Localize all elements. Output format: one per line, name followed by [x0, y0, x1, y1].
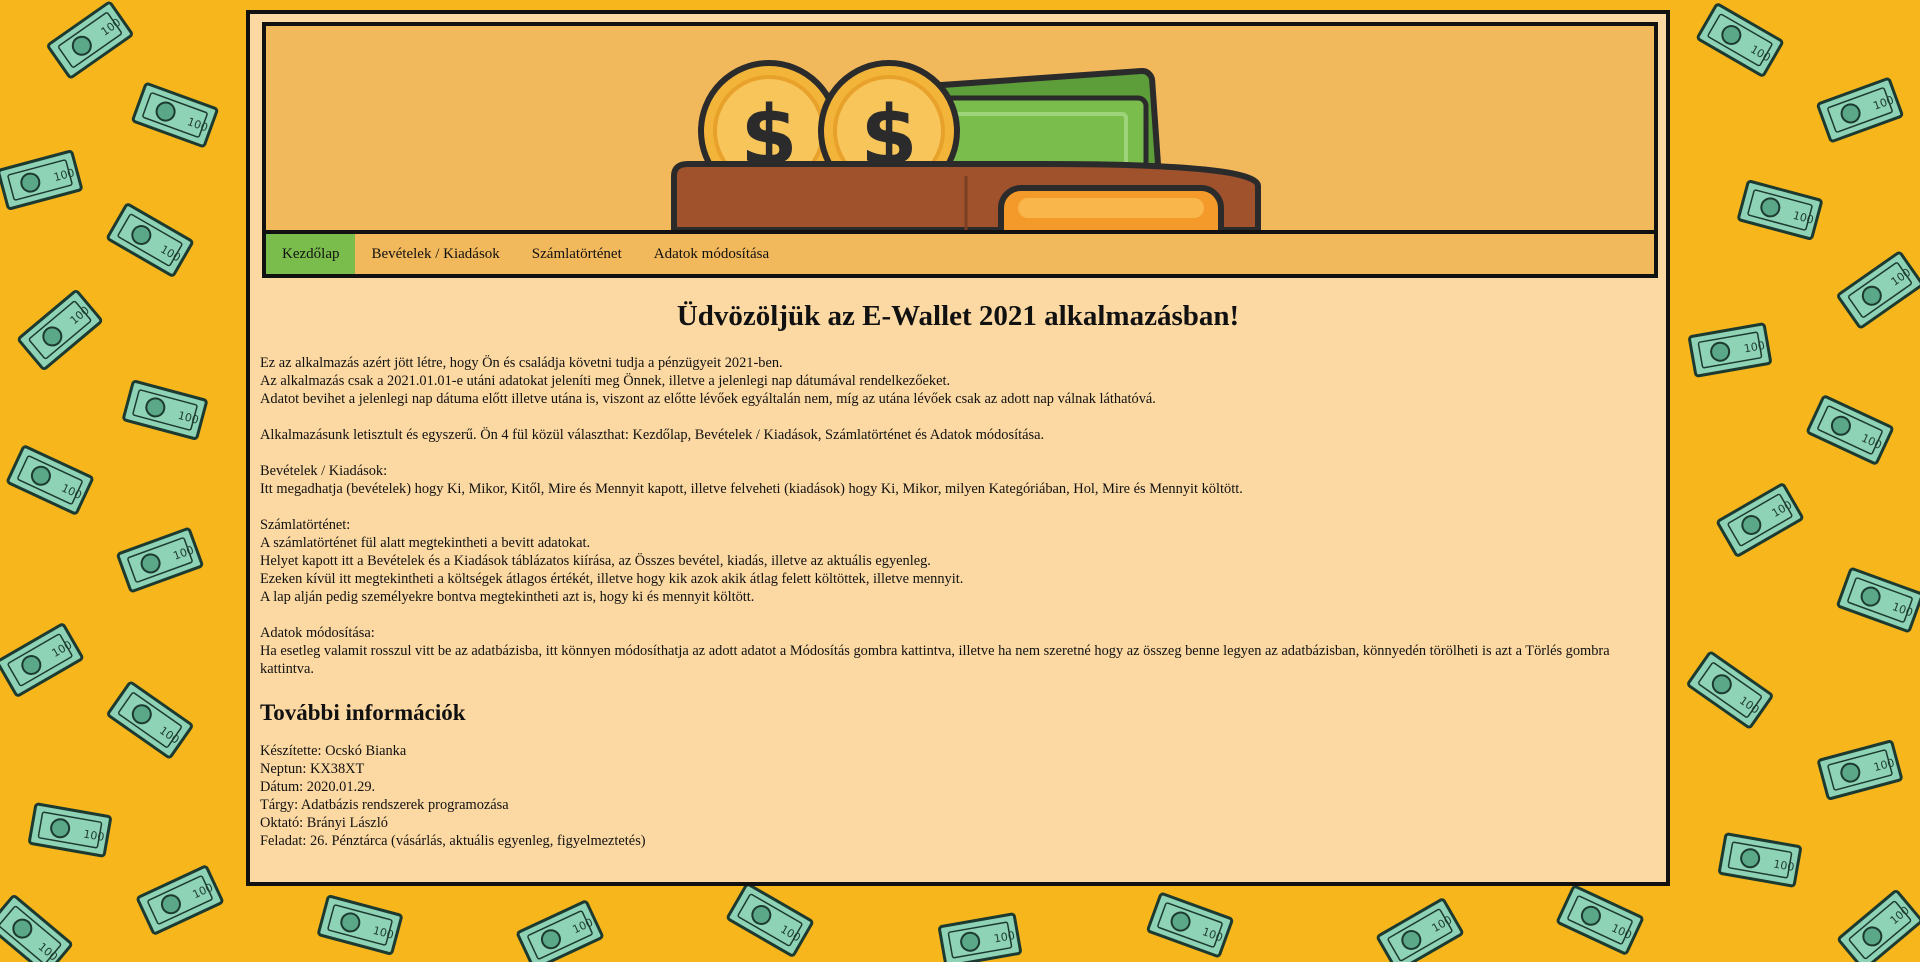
info-subject: Tárgy: Adatbázis rendszerek programozása — [260, 797, 509, 813]
section-heading: Bevételek / Kiadások: — [260, 463, 388, 479]
section-heading: Adatok módosítása: — [260, 625, 375, 641]
tabs-overview-text: Alkalmazásunk letisztult és egyszerű. Ön… — [260, 427, 1045, 443]
section-line: Ha esetleg valamit rosszul vitt be az ad… — [260, 643, 1610, 677]
main-content: Üdvözöljük az E-Wallet 2021 alkalmazásba… — [260, 296, 1656, 850]
section-line: Helyet kapott itt a Bevételek és a Kiadá… — [260, 553, 931, 569]
edit-data-section: Adatok módosítása: Ha esetleg valamit ro… — [260, 624, 1656, 678]
nav-item-szamlatortenet[interactable]: Számlatörténet — [516, 234, 638, 274]
section-heading: Számlatörténet: — [260, 517, 351, 533]
nav-item-adatok-modositasa[interactable]: Adatok módosítása — [638, 234, 785, 274]
tabs-overview-paragraph: Alkalmazásunk letisztult és egyszerű. Ön… — [260, 426, 1656, 444]
section-line: A lap alján pedig személyekre bontva meg… — [260, 589, 755, 605]
intro-line: Adatot bevihet a jelenlegi nap dátuma el… — [260, 391, 1156, 407]
income-expense-section: Bevételek / Kiadások: Itt megadhatja (be… — [260, 462, 1656, 498]
info-author: Készítette: Ocskó Bianka — [260, 743, 407, 759]
info-task: Feladat: 26. Pénztárca (vásárlás, aktuál… — [260, 833, 646, 849]
more-info-list: Készítette: Ocskó Bianka Neptun: KX38XT … — [260, 742, 1656, 850]
wallet-with-coins-and-cash-icon: $ $ — [671, 60, 1261, 230]
more-info-title: További információk — [260, 700, 466, 725]
info-neptun: Neptun: KX38XT — [260, 761, 365, 777]
intro-line: Ez az alkalmazás azért jött létre, hogy … — [260, 355, 783, 371]
page-title: Üdvözöljük az E-Wallet 2021 alkalmazásba… — [676, 300, 1240, 332]
info-teacher: Oktató: Brányi László — [260, 815, 388, 831]
nav-item-kezdolap[interactable]: Kezdőlap — [266, 234, 356, 274]
navigation-bar: Kezdőlap Bevételek / Kiadások Számlatört… — [266, 234, 1654, 274]
intro-paragraph: Ez az alkalmazás azért jött létre, hogy … — [260, 354, 1656, 408]
section-line: Itt megadhatja (bevételek) hogy Ki, Miko… — [260, 481, 1243, 497]
section-line: Ezeken kívül itt megtekintheti a költség… — [260, 571, 964, 587]
nav-item-bevetelek-kiadasok[interactable]: Bevételek / Kiadások — [355, 234, 515, 274]
info-date: Dátum: 2020.01.29. — [260, 779, 376, 795]
history-section: Számlatörténet: A számlatörténet fül ala… — [260, 516, 1656, 606]
main-container: $ $ Kezdőlap Bevételek / Kiadások Számla… — [246, 10, 1670, 886]
header: $ $ Kezdőlap Bevételek / Kiadások Számla… — [262, 22, 1658, 278]
intro-line: Az alkalmazás csak a 2021.01.01-e utáni … — [260, 373, 951, 389]
banner: $ $ — [266, 26, 1654, 230]
section-line: A számlatörténet fül alatt megtekintheti… — [260, 535, 591, 551]
